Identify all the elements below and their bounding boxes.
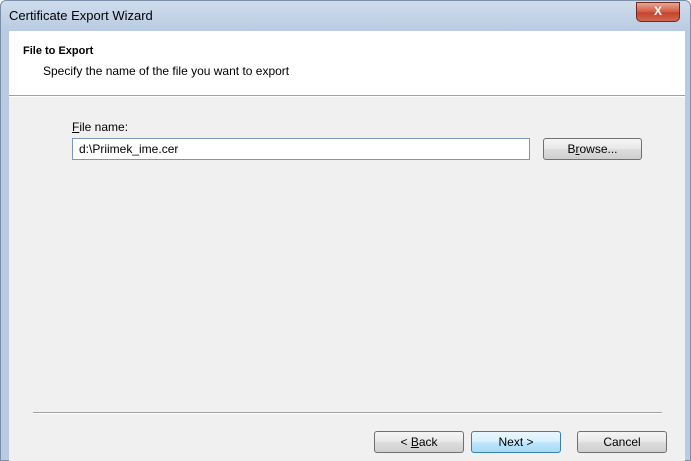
close-icon: X	[653, 4, 662, 18]
browse-label-pre: B	[567, 142, 576, 156]
header-divider	[9, 95, 685, 97]
file-name-label-text: ile name:	[79, 120, 129, 134]
back-label-accelerator: B	[410, 435, 419, 449]
browse-button[interactable]: Browse...	[543, 138, 642, 160]
back-label-rest: ack	[418, 435, 438, 449]
page-subtitle: Specify the name of the file you want to…	[43, 64, 290, 78]
footer-divider	[33, 412, 662, 414]
cancel-button[interactable]: Cancel	[577, 431, 667, 453]
wizard-client-area: File to Export Specify the name of the f…	[9, 31, 685, 461]
browse-label-rest: owse...	[579, 142, 618, 156]
back-label-pre: <	[400, 435, 411, 449]
wizard-window: Certificate Export Wizard X File to Expo…	[0, 0, 691, 461]
window-title: Certificate Export Wizard	[9, 8, 153, 23]
file-name-label: File name:	[72, 120, 128, 134]
page-title: File to Export	[23, 45, 94, 57]
next-button[interactable]: Next >	[471, 431, 561, 453]
close-button[interactable]: X	[636, 2, 680, 22]
back-button[interactable]: < Back	[374, 431, 464, 453]
title-bar: Certificate Export Wizard X	[1, 1, 690, 29]
file-name-input[interactable]	[72, 138, 530, 160]
wizard-header: File to Export Specify the name of the f…	[9, 31, 685, 95]
